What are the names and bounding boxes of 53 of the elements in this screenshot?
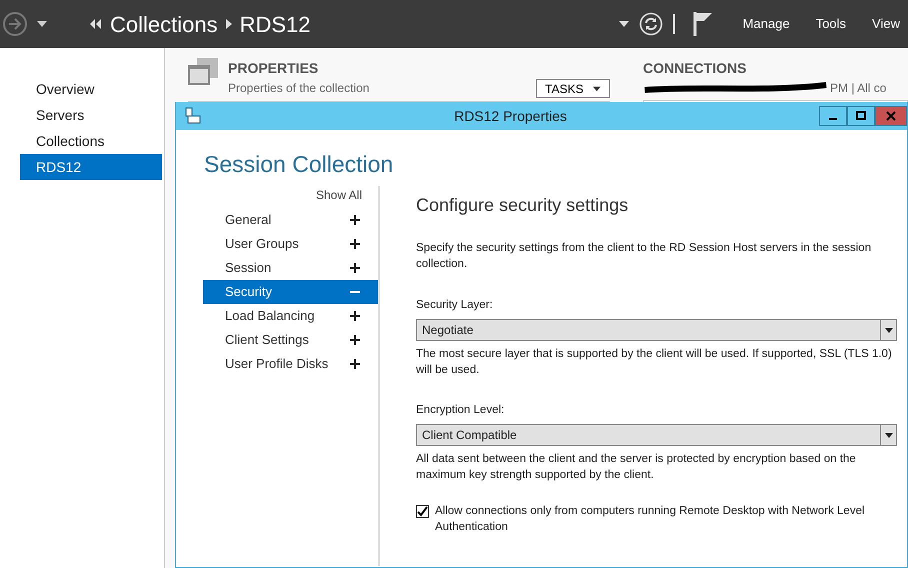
dropdown-arrow-icon: [884, 328, 892, 332]
flag-icon[interactable]: [692, 12, 713, 36]
nav-item[interactable]: Load Balancing: [203, 304, 378, 328]
sidebar-item[interactable]: Servers: [20, 102, 162, 128]
checkbox-label[interactable]: Allow connections only from computers running Remote Desktop with Network Level Authentication: [435, 503, 897, 535]
dialog-heading: Session Collection: [204, 150, 394, 178]
help-text: All data sent between the client and the server is protected by encryption based on the maximum key strength supported by the client.: [416, 452, 857, 483]
field-label: Encryption Level:: [416, 403, 506, 418]
show-all-link[interactable]: Show All: [316, 188, 362, 202]
caret-icon[interactable]: [618, 21, 629, 27]
caret-icon[interactable]: [36, 20, 48, 28]
separator-icon: [672, 14, 675, 34]
panel-subtitle: Properties of the collection: [228, 80, 370, 97]
dropdown-arrow-icon: [884, 432, 892, 438]
double-arrow-icon[interactable]: [90, 19, 102, 29]
maximize-button[interactable]: [847, 106, 875, 126]
close-icon: [886, 111, 896, 121]
minimize-button[interactable]: [819, 106, 847, 126]
sidebar-item[interactable]: RDS12: [20, 154, 162, 180]
minimize-icon: [829, 118, 837, 120]
window-title: RDS12 Properties: [453, 106, 568, 126]
nav-item[interactable]: User Profile Disks: [203, 352, 378, 376]
server-icon: [184, 107, 202, 125]
nav-item[interactable]: Security: [203, 280, 378, 304]
description-text: Specify the security settings from the client to the RD Session Host servers in the session collection.: [416, 241, 872, 272]
nav-item[interactable]: User Groups: [203, 232, 378, 256]
nav-item[interactable]: General: [203, 208, 378, 232]
field-label: Security Layer:: [416, 298, 494, 313]
section-title: Configure security settings: [416, 194, 630, 216]
menu-item[interactable]: View: [872, 14, 900, 34]
sidebar-item[interactable]: Collections: [20, 128, 162, 154]
dropdown-field[interactable]: Client Compatible: [416, 424, 897, 446]
back-icon[interactable]: [2, 11, 28, 37]
close-button[interactable]: [875, 106, 907, 126]
refresh-icon[interactable]: [638, 12, 663, 36]
help-text: The most secure layer that is supported by the client will be used. If supported, SSL (TLS 1.0) will be used.: [416, 347, 893, 378]
chevron-icon: [226, 19, 232, 29]
caret-icon: [593, 86, 601, 92]
breadcrumb-link[interactable]: Collections: [110, 8, 218, 40]
tasks-button[interactable]: TASKS: [536, 79, 610, 98]
checkbox[interactable]: [416, 505, 429, 518]
sidebar-item[interactable]: Overview: [20, 76, 162, 102]
panel-subtitle: PM | All co: [830, 80, 886, 97]
breadcrumb-link[interactable]: RDS12: [240, 8, 311, 40]
window-icon: [188, 58, 218, 88]
menu-item[interactable]: Manage: [742, 14, 790, 34]
panel-title: CONNECTIONS: [643, 59, 748, 78]
menu-item[interactable]: Tools: [816, 14, 846, 34]
dropdown-field[interactable]: Negotiate: [416, 319, 897, 341]
maximize-icon: [856, 111, 866, 121]
nav-item[interactable]: Client Settings: [203, 328, 378, 352]
nav-item[interactable]: Session: [203, 256, 378, 280]
panel-title: PROPERTIES: [228, 59, 320, 78]
